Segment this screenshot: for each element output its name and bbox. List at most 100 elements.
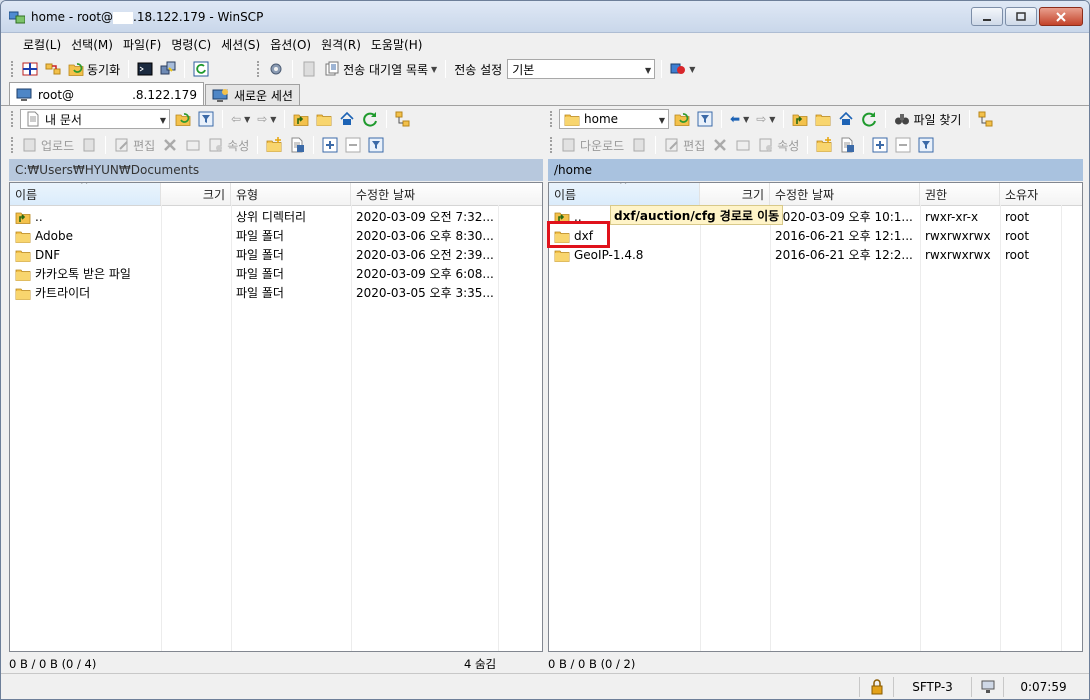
remote-forward-button[interactable]: ⇨ ▼ xyxy=(754,108,777,130)
menu-remote[interactable]: 원격(R) xyxy=(317,36,365,53)
table-row[interactable]: dxf 2016-06-21 오후 12:1... rwxrwxrwx root xyxy=(549,226,1082,245)
remote-delete-button[interactable] xyxy=(710,134,730,156)
encryption-indicator[interactable] xyxy=(859,677,893,697)
synchronize-browsing-button[interactable] xyxy=(43,58,63,80)
local-filter-select-button[interactable] xyxy=(366,134,386,156)
remote-unselect-button[interactable] xyxy=(893,134,913,156)
remote-col-rights[interactable]: 권한 xyxy=(920,183,1000,205)
close-button[interactable] xyxy=(1039,7,1083,26)
toolbar-separator xyxy=(863,136,865,154)
window-title: home - root@ .18.122.179 - WinSCP xyxy=(31,10,264,24)
remote-filter-button[interactable] xyxy=(695,108,715,130)
synchronize-button[interactable]: 동기화 xyxy=(66,58,122,80)
remote-properties-button[interactable]: 속성 xyxy=(756,134,801,156)
toolbar-separator xyxy=(222,110,223,128)
delete-x-icon xyxy=(162,137,178,153)
keep-remote-up-to-date-button[interactable] xyxy=(191,58,211,80)
local-parent-dir-button[interactable] xyxy=(291,108,311,130)
table-row[interactable]: Adobe 파일 폴더 2020-03-06 오후 8:30... xyxy=(10,226,542,245)
local-forward-button[interactable]: ⇨ ▼ xyxy=(255,108,278,130)
table-row[interactable]: .. 상위 디렉터리 2020-03-09 오전 7:32... xyxy=(10,207,542,226)
preferences-button[interactable] xyxy=(266,58,286,80)
remote-select-button[interactable] xyxy=(870,134,890,156)
remote-col-owner[interactable]: 소유자 xyxy=(1000,183,1082,205)
file-modified: 2020-03-09 오후 6:08... xyxy=(356,267,494,281)
remote-col-name[interactable]: ^ 이름 xyxy=(549,183,700,205)
minimize-button[interactable] xyxy=(971,7,1003,26)
folder-icon xyxy=(15,228,31,244)
menu-commands[interactable]: 명령(C) xyxy=(167,36,215,53)
compare-directories-button[interactable] xyxy=(20,58,40,80)
local-hidden-count[interactable]: 4 숨김 xyxy=(464,656,496,672)
parent-dir-icon xyxy=(15,209,31,225)
local-rename-button[interactable] xyxy=(183,134,203,156)
local-file-list[interactable]: ^ 이름 크기 유형 수정한 날짜 .. 상위 디렉터리 2020-03-09 오… xyxy=(9,182,543,652)
local-tree-button[interactable] xyxy=(393,108,413,130)
remote-file-list[interactable]: ^ 이름 크기 수정한 날짜 권한 소유자 .. 2020-03-09 오후 10… xyxy=(548,182,1083,652)
remote-parent-dir-button[interactable] xyxy=(790,108,810,130)
local-location-select[interactable]: 내 문서 ▼ xyxy=(20,109,170,129)
remote-open-directory-button[interactable] xyxy=(672,108,692,130)
remote-col-size[interactable]: 크기 xyxy=(700,183,770,205)
remote-refresh-button[interactable] xyxy=(859,108,879,130)
local-refresh-button[interactable] xyxy=(360,108,380,130)
menu-mark[interactable]: 선택(M) xyxy=(67,36,117,53)
local-filter-button[interactable] xyxy=(196,108,216,130)
table-row[interactable]: 카카오톡 받은 파일 파일 폴더 2020-03-09 오후 6:08... xyxy=(10,264,542,283)
find-files-button[interactable]: 파일 찾기 xyxy=(892,108,963,130)
remote-edit-label: 편집 xyxy=(683,138,706,153)
local-select-button[interactable] xyxy=(320,134,340,156)
local-open-directory-button[interactable] xyxy=(173,108,193,130)
remote-tree-button[interactable] xyxy=(976,108,996,130)
remote-root-dir-button[interactable] xyxy=(813,108,833,130)
new-session-icon xyxy=(212,88,228,104)
tab-strip-border xyxy=(1,105,1089,106)
remote-status-bar: 0 B / 0 B (0 / 2) xyxy=(548,655,1083,673)
table-row[interactable]: DNF 파일 폴더 2020-03-06 오전 2:39... xyxy=(10,245,542,264)
connection-indicator[interactable] xyxy=(971,677,1003,697)
local-col-size[interactable]: 크기 xyxy=(161,183,231,205)
queue-list-button[interactable]: 전송 대기열 목록 ▼ xyxy=(322,58,439,80)
local-back-button[interactable]: ⇦ ▼ xyxy=(229,108,252,130)
menu-local[interactable]: 로컬(L) xyxy=(19,36,65,53)
upload-button[interactable]: 업로드 xyxy=(20,134,76,156)
local-col-modified[interactable]: 수정한 날짜 xyxy=(351,183,542,205)
download-button[interactable]: 다운로드 xyxy=(559,134,626,156)
local-new-folder-button[interactable] xyxy=(264,134,284,156)
local-unselect-button[interactable] xyxy=(343,134,363,156)
local-root-dir-button[interactable] xyxy=(314,108,334,130)
menu-options[interactable]: 옵션(O) xyxy=(266,36,315,53)
remote-rename-button[interactable] xyxy=(733,134,753,156)
transfer-settings-select[interactable]: 기본 ▼ xyxy=(507,59,656,79)
menu-help[interactable]: 도움말(H) xyxy=(367,36,427,53)
remote-edit-button[interactable]: 편집 xyxy=(662,134,707,156)
table-row[interactable]: 카트라이더 파일 폴더 2020-03-05 오후 3:35... xyxy=(10,283,542,302)
local-col-type[interactable]: 유형 xyxy=(231,183,351,205)
table-row[interactable]: GeoIP-1.4.8 2016-06-21 오후 12:2... rwxrwx… xyxy=(549,245,1082,264)
local-new-file-button[interactable] xyxy=(287,134,307,156)
new-session-dropdown-button[interactable]: ▼ xyxy=(668,58,697,80)
local-properties-button[interactable]: 속성 xyxy=(206,134,251,156)
queue-list-label: 전송 대기열 목록 xyxy=(343,62,429,77)
remote-col-modified[interactable]: 수정한 날짜 xyxy=(770,183,920,205)
local-delete-button[interactable] xyxy=(160,134,180,156)
remote-location-select[interactable]: home ▼ xyxy=(559,109,669,129)
remote-copy-options-button[interactable] xyxy=(629,134,649,156)
remote-new-file-button[interactable] xyxy=(837,134,857,156)
local-col-name[interactable]: ^ 이름 xyxy=(10,183,161,205)
open-terminal-button[interactable] xyxy=(135,58,155,80)
remote-back-button[interactable]: ⬅ ▼ xyxy=(728,108,751,130)
local-home-button[interactable] xyxy=(337,108,357,130)
menu-session[interactable]: 세션(S) xyxy=(217,36,264,53)
tree-icon xyxy=(978,111,994,127)
remote-home-button[interactable] xyxy=(836,108,856,130)
menu-files[interactable]: 파일(F) xyxy=(119,36,165,53)
maximize-button[interactable] xyxy=(1005,7,1037,26)
tab-new-session[interactable]: 새로운 세션 xyxy=(204,84,300,106)
putty-button[interactable] xyxy=(158,58,178,80)
local-edit-button[interactable]: 편집 xyxy=(112,134,157,156)
remote-new-folder-button[interactable] xyxy=(814,134,834,156)
tab-session-root[interactable]: root@ .8.122.179 xyxy=(9,82,204,106)
remote-filter-select-button[interactable] xyxy=(916,134,936,156)
local-copy-options-button[interactable] xyxy=(79,134,99,156)
